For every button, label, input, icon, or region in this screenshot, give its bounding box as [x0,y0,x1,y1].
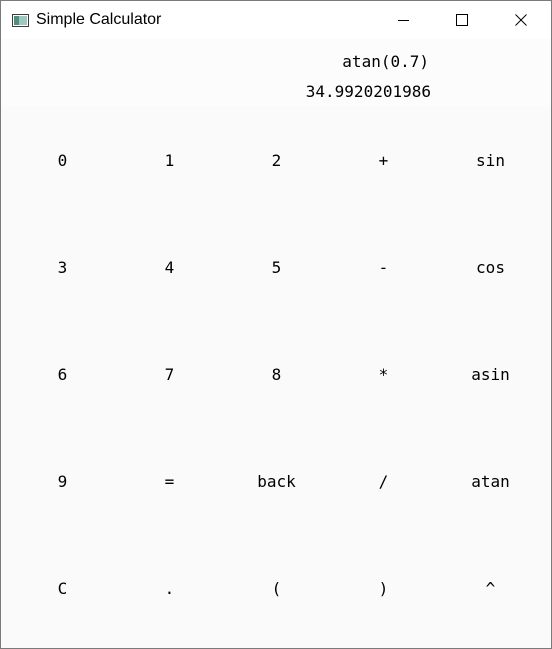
minimize-icon [398,11,410,30]
key-2[interactable]: 2 [223,107,330,214]
key-1[interactable]: 1 [116,107,223,214]
title-bar[interactable]: Simple Calculator [1,1,551,39]
key-0[interactable]: 0 [9,107,116,214]
key-6[interactable]: 6 [9,321,116,428]
calculator-display: atan(0.7) 34.9920201986 [1,39,551,107]
key-9[interactable]: 9 [9,428,116,535]
result-display: 34.9920201986 [305,82,431,101]
key-atan[interactable]: atan [437,428,544,535]
close-icon [515,11,527,30]
key-5[interactable]: 5 [223,214,330,321]
key-back[interactable]: back [223,428,330,535]
app-window-icon [12,12,29,27]
key-close-paren[interactable]: ) [330,535,437,642]
key-clear[interactable]: C [9,535,116,642]
key-minus[interactable]: - [330,214,437,321]
key-decimal[interactable]: . [116,535,223,642]
close-button[interactable] [492,1,550,39]
keypad: 0 1 2 + sin 3 4 5 - cos 6 7 8 * asin 9 =… [1,107,551,643]
key-divide[interactable]: / [330,428,437,535]
key-sin[interactable]: sin [437,107,544,214]
key-8[interactable]: 8 [223,321,330,428]
key-7[interactable]: 7 [116,321,223,428]
minimize-button[interactable] [375,1,433,39]
key-open-paren[interactable]: ( [223,535,330,642]
maximize-button[interactable] [433,1,491,39]
expression-display: atan(0.7) [342,52,429,71]
key-asin[interactable]: asin [437,321,544,428]
key-3[interactable]: 3 [9,214,116,321]
key-4[interactable]: 4 [116,214,223,321]
key-cos[interactable]: cos [437,214,544,321]
maximize-icon [456,11,468,30]
calculator-window: Simple Calculator atan(0.7) 34.992020198… [0,0,552,649]
key-equals[interactable]: = [116,428,223,535]
window-title: Simple Calculator [36,11,162,28]
key-power[interactable]: ^ [437,535,544,642]
key-multiply[interactable]: * [330,321,437,428]
key-plus[interactable]: + [330,107,437,214]
